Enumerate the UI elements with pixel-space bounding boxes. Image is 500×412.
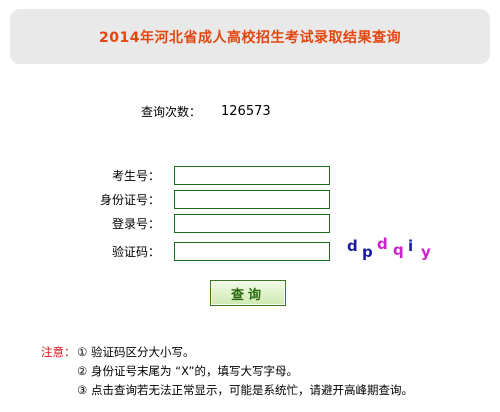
captcha-char: p <box>362 243 373 261</box>
login-no-label: 登录号： <box>111 216 160 231</box>
id-no-row: 身份证号： <box>0 189 500 209</box>
header-banner: 2014年河北省成人高校招生考试录取结果查询 <box>10 9 490 64</box>
query-page: 2014年河北省成人高校招生考试录取结果查询 查询次数： 126573 考生号：… <box>0 0 500 412</box>
note-text: ② 身份证号末尾为 “X”的，填写大写字母。 <box>77 364 298 378</box>
note-line: ③ 点击查询若无法正常显示，可能是系统忙，请避开高峰期查询。 <box>41 381 413 400</box>
notes-heading: 注意： <box>41 345 76 359</box>
exam-no-label: 考生号： <box>111 168 160 183</box>
login-no-input[interactable] <box>174 213 330 233</box>
page-title: 2014年河北省成人高校招生考试录取结果查询 <box>99 29 401 46</box>
note-text: ① 验证码区分大小写。 <box>77 345 195 359</box>
captcha-char: q <box>393 241 404 259</box>
captcha-char: y <box>421 243 431 261</box>
captcha-char: i <box>408 237 414 255</box>
query-count-value: 126573 <box>221 104 271 119</box>
query-count: 查询次数： 126573 <box>141 103 271 120</box>
captcha-image[interactable]: d p d q i y <box>345 235 435 263</box>
id-no-label: 身份证号： <box>99 192 160 207</box>
id-no-input[interactable] <box>174 189 330 209</box>
note-text: ③ 点击查询若无法正常显示，可能是系统忙，请避开高峰期查询。 <box>77 383 413 397</box>
captcha-char: d <box>347 237 358 255</box>
captcha-label: 验证码： <box>111 244 160 259</box>
exam-no-row: 考生号： <box>0 165 500 185</box>
query-button[interactable]: 查询 <box>210 280 286 306</box>
notes-section: 注意： ① 验证码区分大小写。 ② 身份证号末尾为 “X”的，填写大写字母。 ③ … <box>41 343 413 400</box>
note-line: 注意： ① 验证码区分大小写。 <box>41 343 413 362</box>
captcha-input[interactable] <box>174 241 330 261</box>
exam-no-input[interactable] <box>174 165 330 185</box>
note-line: ② 身份证号末尾为 “X”的，填写大写字母。 <box>41 362 413 381</box>
captcha-char: d <box>377 235 388 253</box>
query-count-label: 查询次数： <box>141 105 202 119</box>
login-no-row: 登录号： <box>0 213 500 233</box>
